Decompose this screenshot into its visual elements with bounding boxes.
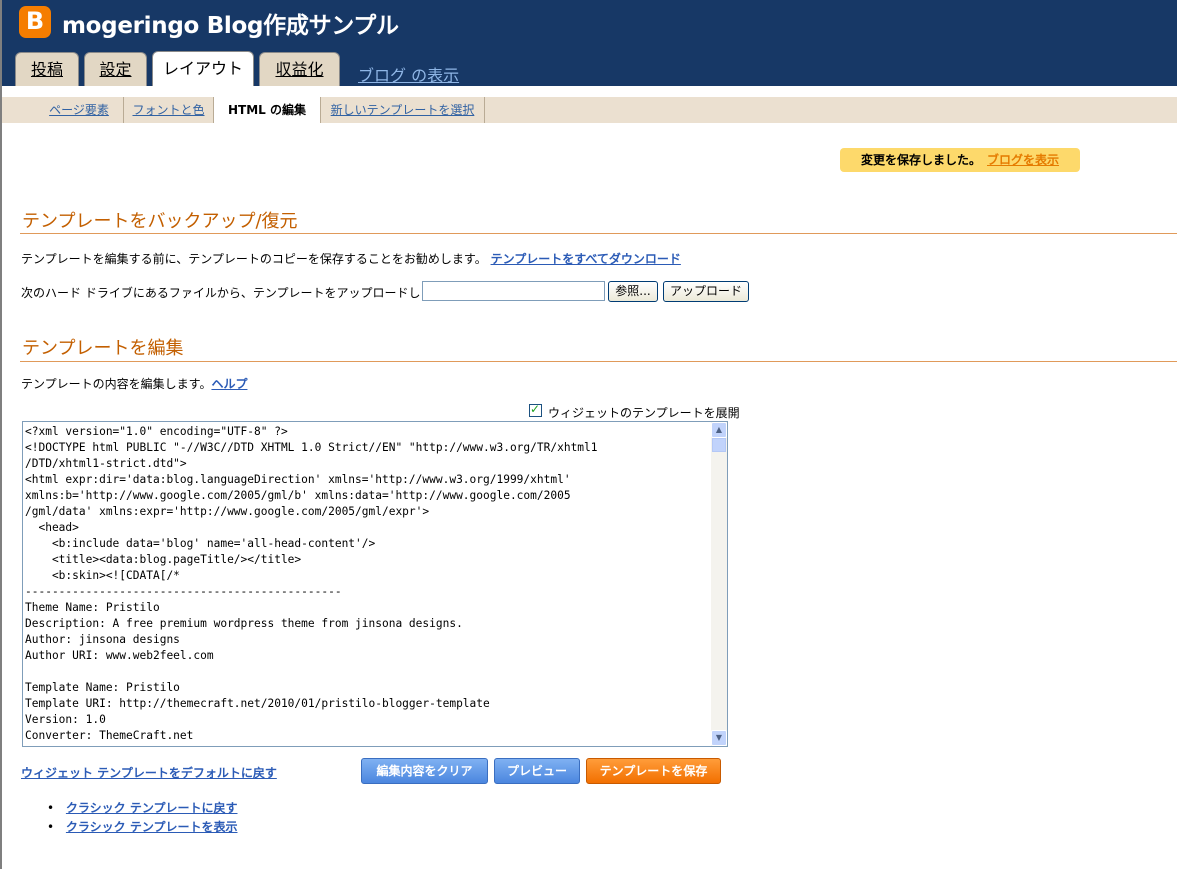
editor-scrollbar[interactable]: ▲ ▼ <box>711 422 727 746</box>
upload-file-input[interactable] <box>422 281 605 301</box>
download-text: テンプレートを編集する前に、テンプレートのコピーを保存することをお勧めします。 <box>21 252 487 266</box>
revert-classic-template-link[interactable]: クラシック テンプレートに戻す <box>66 801 238 815</box>
clear-edits-button[interactable]: 編集内容をクリア <box>361 758 488 784</box>
classic-revert-item: • クラシック テンプレートに戻す <box>47 801 238 815</box>
scroll-down-icon[interactable]: ▼ <box>711 730 727 746</box>
view-blog-link[interactable]: ブログ の表示 <box>358 62 459 86</box>
edit-intro-row: テンプレートの内容を編集します。ヘルプ <box>21 375 247 392</box>
subnav: ページ要素 フォントと色 HTML の編集 新しいテンプレートを選択 <box>0 86 1177 123</box>
page-border <box>0 123 2 869</box>
preview-button[interactable]: プレビュー <box>494 758 580 784</box>
subnav-bar: ページ要素 フォントと色 HTML の編集 新しいテンプレートを選択 <box>2 97 1177 123</box>
classic-view-item: • クラシック テンプレートを表示 <box>47 820 238 834</box>
help-link[interactable]: ヘルプ <box>211 377 247 391</box>
blog-title[interactable]: mogeringo Blog作成サンプル <box>62 6 399 40</box>
view-blog-notice-link[interactable]: ブログを表示 <box>987 153 1059 167</box>
template-code-editor[interactable]: <?xml version="1.0" encoding="UTF-8" ?> … <box>22 421 728 747</box>
blog-header: B mogeringo Blog作成サンプル 投稿 設定 レイアウト 収益化 ブ… <box>0 0 1177 87</box>
save-notice-text: 変更を保存しました。 <box>860 153 981 167</box>
template-code[interactable]: <?xml version="1.0" encoding="UTF-8" ?> … <box>25 424 711 744</box>
upload-text: 次のハード ドライブにあるファイルから、テンプレートをアップロードします。 <box>21 286 456 300</box>
expand-widgets-label[interactable]: ウィジェットのテンプレートを展開 <box>548 404 740 421</box>
scroll-up-icon[interactable]: ▲ <box>711 422 727 438</box>
save-notice: 変更を保存しました。 ブログを表示 <box>840 148 1080 172</box>
tab-settings[interactable]: 設定 <box>84 52 147 86</box>
backup-section-title: テンプレートをバックアップ/復元 <box>22 211 298 232</box>
view-classic-template-link[interactable]: クラシック テンプレートを表示 <box>66 820 238 834</box>
browse-button[interactable]: 参照... <box>608 281 658 302</box>
download-template-link[interactable]: テンプレートをすべてダウンロード <box>491 252 681 266</box>
reset-widget-templates-link[interactable]: ウィジェット テンプレートをデフォルトに戻す <box>21 766 277 780</box>
reset-widgets-row: ウィジェット テンプレートをデフォルトに戻す <box>21 764 277 781</box>
subnav-fonts-colors[interactable]: フォントと色 <box>124 97 214 123</box>
blogger-logo-icon[interactable]: B <box>19 6 51 38</box>
tab-posting[interactable]: 投稿 <box>15 52 79 86</box>
subnav-page-elements[interactable]: ページ要素 <box>35 97 124 123</box>
expand-widgets-checkbox[interactable]: ✓ <box>529 402 542 417</box>
edit-section-title: テンプレートを編集 <box>22 338 184 359</box>
checkmark-icon: ✓ <box>530 402 541 416</box>
save-template-button[interactable]: テンプレートを保存 <box>586 758 721 784</box>
download-row: テンプレートを編集する前に、テンプレートのコピーを保存することをお勧めします。 … <box>21 250 681 267</box>
scroll-thumb[interactable] <box>712 438 726 452</box>
backup-section-divider <box>20 233 1177 234</box>
subnav-edit-html[interactable]: HTML の編集 <box>214 97 321 123</box>
upload-button[interactable]: アップロード <box>663 281 749 302</box>
tab-layout[interactable]: レイアウト <box>152 51 254 87</box>
edit-section-divider <box>20 361 1177 362</box>
subnav-new-template[interactable]: 新しいテンプレートを選択 <box>321 97 485 123</box>
tab-monetize[interactable]: 収益化 <box>259 52 340 86</box>
edit-intro-text: テンプレートの内容を編集します。 <box>21 377 212 391</box>
